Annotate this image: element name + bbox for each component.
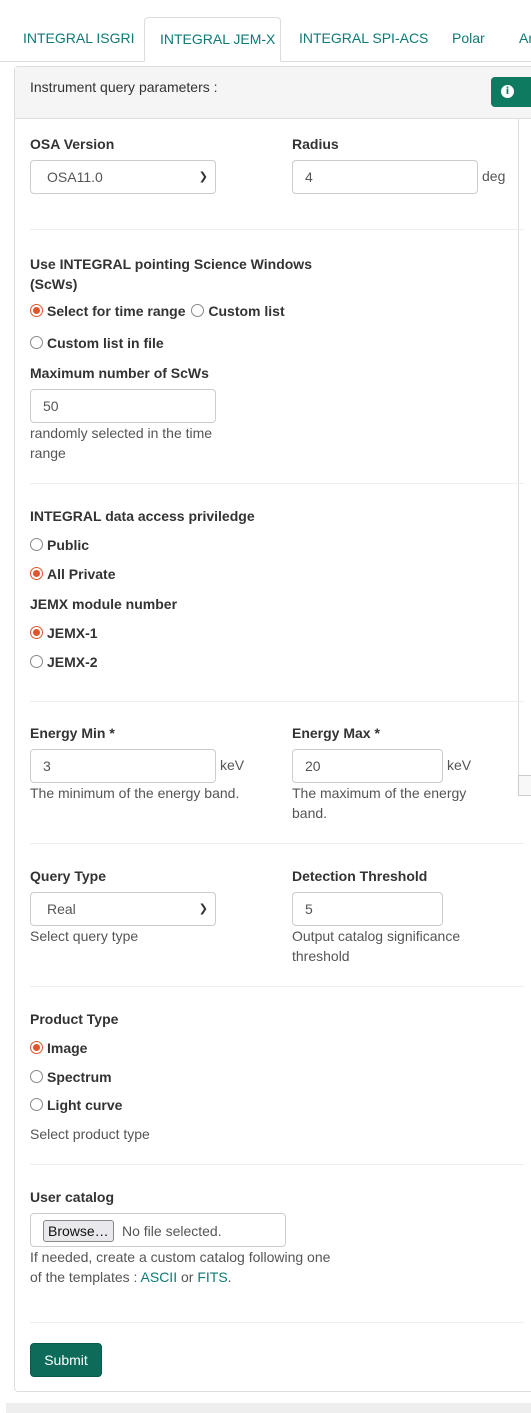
tab-more[interactable]: An <box>519 17 531 61</box>
max-scw-help: randomly selected in the time range <box>30 425 213 461</box>
energy-min-label: Energy Min * <box>30 725 115 741</box>
energy-min-help: The minimum of the energy band. <box>30 785 240 801</box>
scw-options: Select for time range Custom list <box>30 303 285 319</box>
product-type-label: Product Type <box>30 1011 119 1027</box>
tab-integral-jemx[interactable]: INTEGRAL JEM-X <box>144 17 281 62</box>
info-circle-icon: i <box>501 85 514 98</box>
panel-header: Instrument query parameters : i <box>15 67 531 119</box>
jemx-option-2[interactable]: JEMX-2 <box>30 654 98 670</box>
jemx-option-1[interactable]: JEMX-1 <box>30 625 98 641</box>
divider <box>30 1322 524 1323</box>
radius-label: Radius <box>292 136 339 152</box>
user-catalog-file-input[interactable]: Browse… No file selected. <box>30 1213 286 1247</box>
divider <box>30 986 524 987</box>
max-scw-input[interactable]: 50 <box>30 389 216 423</box>
product-option-spectrum[interactable]: Spectrum <box>30 1069 112 1085</box>
chevron-down-icon: ❯ <box>198 171 208 183</box>
radio-checked-icon <box>30 626 43 639</box>
radio-unchecked-icon <box>30 655 43 668</box>
energy-max-help: The maximum of the energy band. <box>292 785 467 821</box>
max-scw-label: Maximum number of ScWs <box>30 365 209 381</box>
energy-max-input[interactable]: 20 <box>292 749 443 783</box>
privilege-option-public[interactable]: Public <box>30 537 89 553</box>
scw-option-time-range[interactable]: Select for time range <box>30 303 186 319</box>
product-option-light-curve[interactable]: Light curve <box>30 1097 122 1113</box>
radius-unit: deg <box>482 168 506 184</box>
query-type-help: Select query type <box>30 928 139 944</box>
osa-version-label: OSA Version <box>30 136 115 152</box>
privilege-label: INTEGRAL data access priviledge <box>30 508 255 524</box>
instrument-tabs: INTEGRAL ISGRI INTEGRAL JEM-X INTEGRAL S… <box>0 0 531 62</box>
radio-checked-icon <box>30 304 43 317</box>
horizontal-scrollbar[interactable] <box>6 1403 531 1413</box>
energy-max-label: Energy Max * <box>292 725 380 741</box>
tab-integral-isgri[interactable]: INTEGRAL ISGRI <box>23 17 135 61</box>
radio-checked-icon <box>30 567 43 580</box>
scw-option-custom-file[interactable]: Custom list in file <box>30 335 164 351</box>
divider <box>30 1164 524 1165</box>
energy-min-unit: keV <box>220 757 245 773</box>
radio-unchecked-icon <box>30 1070 43 1083</box>
radio-unchecked-icon <box>30 538 43 551</box>
submit-button[interactable]: Submit <box>30 1343 102 1377</box>
product-option-image[interactable]: Image <box>30 1040 87 1056</box>
radio-checked-icon <box>30 1041 43 1054</box>
energy-min-input[interactable]: 3 <box>30 749 216 783</box>
panel-title: Instrument query parameters : <box>30 79 218 95</box>
browse-button[interactable]: Browse… <box>43 1220 114 1242</box>
osa-version-select[interactable]: OSA11.0 ❯ <box>30 160 216 194</box>
tab-integral-spi-acs[interactable]: INTEGRAL SPI-ACS <box>299 17 428 61</box>
info-button[interactable]: i <box>491 77 531 107</box>
radius-input[interactable]: 4 <box>292 160 478 194</box>
divider <box>30 483 524 484</box>
radio-unchecked-icon <box>30 1098 43 1111</box>
tab-polar[interactable]: Polar <box>452 17 485 61</box>
scrollbar-stub[interactable] <box>518 775 531 796</box>
product-type-help: Select product type <box>30 1126 150 1142</box>
file-status: No file selected. <box>122 1223 222 1239</box>
radio-unchecked-icon <box>30 336 43 349</box>
panel-inner-border <box>518 118 519 776</box>
query-type-value: Real <box>47 901 76 917</box>
energy-max-unit: keV <box>447 757 472 773</box>
detection-threshold-help: Output catalog significance threshold <box>292 928 461 964</box>
divider <box>30 843 524 844</box>
user-catalog-help: If needed, create a custom catalog follo… <box>30 1249 331 1285</box>
divider <box>30 701 524 702</box>
detection-threshold-label: Detection Threshold <box>292 868 428 884</box>
ascii-template-link[interactable]: ASCII <box>141 1269 178 1285</box>
jemx-label: JEMX module number <box>30 596 178 612</box>
fits-template-link[interactable]: FITS <box>197 1269 227 1285</box>
radio-unchecked-icon <box>191 304 205 317</box>
user-catalog-label: User catalog <box>30 1189 115 1205</box>
osa-version-value: OSA11.0 <box>47 169 103 185</box>
chevron-down-icon: ❯ <box>198 903 208 915</box>
privilege-option-all-private[interactable]: All Private <box>30 566 115 582</box>
divider <box>30 229 524 230</box>
scw-option-custom-list[interactable]: Custom list <box>191 303 285 319</box>
query-type-select[interactable]: Real ❯ <box>30 892 216 926</box>
query-type-label: Query Type <box>30 868 106 884</box>
detection-threshold-input[interactable]: 5 <box>292 892 443 926</box>
scw-label: Use INTEGRAL pointing Science Windows (S… <box>30 256 312 292</box>
